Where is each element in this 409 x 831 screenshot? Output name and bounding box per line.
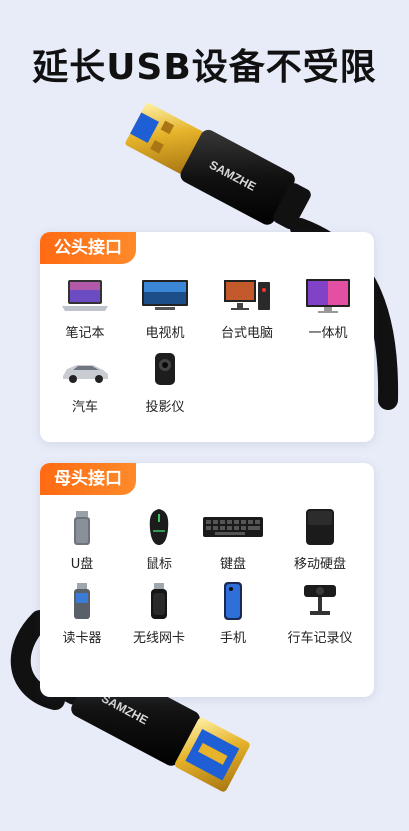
male-interface-panel: 公头接口 笔记本 电视机 台式电脑 一体机 汽车 投影仪: [40, 232, 374, 442]
device-dashcam: 行车记录仪: [278, 581, 362, 646]
device-all-in-one: 一体机: [286, 276, 370, 341]
male-interface-tag: 公头接口: [40, 232, 136, 264]
device-label: 手机: [219, 631, 246, 646]
device-label: 汽车: [71, 400, 98, 415]
car-icon: [59, 350, 111, 390]
device-external-hdd: 移动硬盘: [278, 507, 362, 572]
mouse-icon: [133, 507, 185, 547]
wifi-adapter-icon: [133, 581, 185, 621]
page-headline: 延长USB设备不受限: [32, 47, 377, 88]
usb-drive-icon: [56, 507, 108, 547]
device-label: 鼠标: [145, 557, 172, 572]
device-label: 一体机: [308, 326, 348, 341]
device-laptop: 笔记本: [43, 276, 127, 341]
device-projector: 投影仪: [123, 350, 207, 415]
card-reader-icon: [56, 581, 108, 621]
female-interface-tag: 母头接口: [40, 463, 136, 495]
device-card-reader: 读卡器: [40, 581, 124, 646]
device-label: 笔记本: [65, 326, 105, 341]
device-label: 行车记录仪: [287, 631, 353, 646]
device-phone: 手机: [191, 581, 275, 646]
device-wifi-adapter: 无线网卡: [117, 581, 201, 646]
female-interface-panel: 母头接口 U盘 鼠标 键盘 移动硬盘 读卡器 无线网卡 手机 行车记录仪: [40, 463, 374, 697]
male-connector: SAMZHE: [125, 102, 311, 230]
device-keyboard: 键盘: [191, 507, 275, 572]
device-label: 台式电脑: [220, 326, 273, 341]
phone-icon: [207, 581, 259, 621]
device-car: 汽车: [43, 350, 127, 415]
device-label: 投影仪: [145, 400, 185, 415]
dashcam-icon: [294, 581, 346, 621]
keyboard-icon: [203, 507, 263, 547]
device-usb-drive: U盘: [40, 507, 124, 572]
external-hdd-icon: [294, 507, 346, 547]
tv-icon: [139, 276, 191, 316]
device-label: 读卡器: [62, 631, 102, 646]
device-label: 无线网卡: [132, 631, 185, 646]
device-label: 移动硬盘: [293, 557, 346, 572]
desktop-pc-icon: [221, 276, 273, 316]
device-desktop: 台式电脑: [205, 276, 289, 341]
projector-icon: [139, 350, 191, 390]
device-label: 键盘: [219, 557, 246, 572]
device-mouse: 鼠标: [117, 507, 201, 572]
all-in-one-pc-icon: [302, 276, 354, 316]
device-label: 电视机: [145, 326, 185, 341]
device-tv: 电视机: [123, 276, 207, 341]
device-label: U盘: [70, 557, 94, 572]
laptop-icon: [59, 276, 111, 316]
